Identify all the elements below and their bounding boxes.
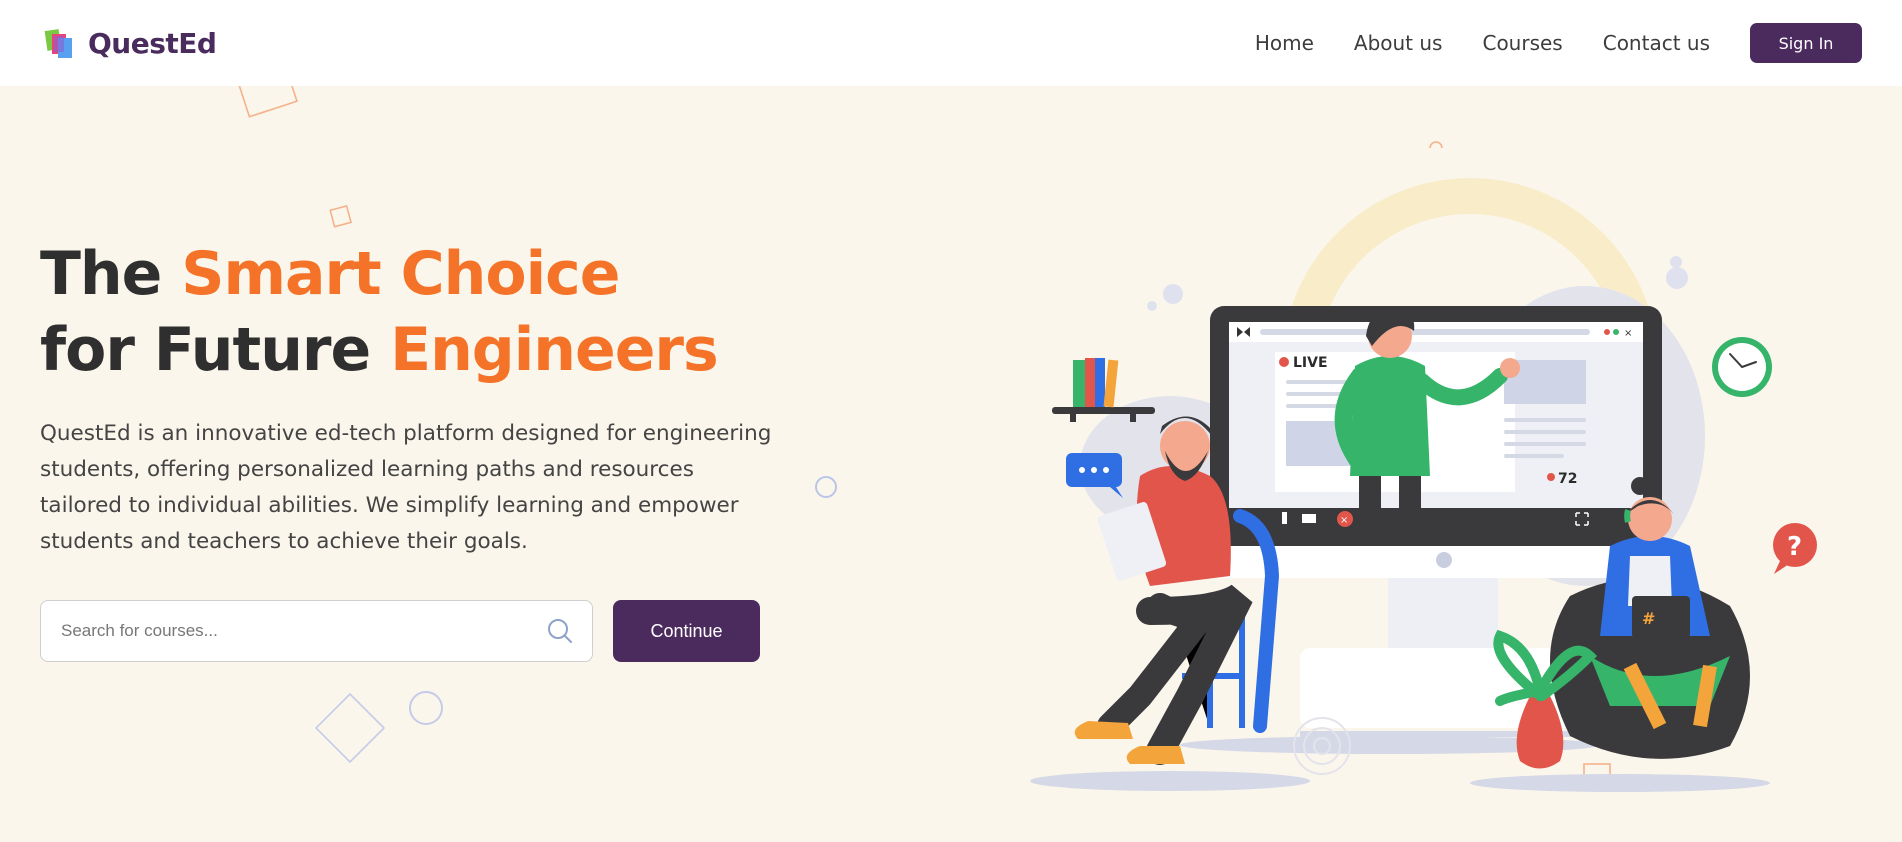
hero-description: QuestEd is an innovative ed-tech platfor… (40, 421, 772, 554)
continue-button[interactable]: Continue (613, 600, 760, 662)
diamond-outline-decoration (314, 692, 386, 764)
nav-links: Home About us Courses Contact us Sign In (1255, 23, 1862, 63)
svg-text:#: # (1642, 609, 1655, 628)
hero-headline: The Smart Choice for Future Engineers (40, 236, 719, 388)
square-outline-decoration (236, 80, 298, 118)
microphone-icon (1282, 512, 1287, 524)
search-icon[interactable] (546, 617, 574, 645)
brand-name: QuestEd (88, 26, 217, 60)
small-square-decoration (329, 204, 353, 228)
svg-text:×: × (1340, 515, 1348, 526)
svg-text:?: ? (1787, 532, 1802, 562)
course-search-input[interactable] (61, 621, 546, 641)
hero-illustration: × LIVE 72 × ? # (1030, 178, 1817, 792)
navbar: QuestEd Home About us Courses Contact us… (0, 0, 1902, 86)
sign-in-button[interactable]: Sign In (1750, 23, 1862, 63)
books-logo-icon (44, 29, 72, 58)
headline-line1-accent: Smart Choice (181, 239, 620, 309)
svg-text:×: × (1624, 328, 1632, 339)
nav-link-about-us[interactable]: About us (1354, 31, 1443, 55)
bookshelf (1052, 358, 1155, 422)
circle-outline-decoration-2 (409, 691, 443, 725)
viewer-icon (1547, 473, 1555, 481)
viewer-count: 72 (1558, 471, 1577, 487)
hero-section: The Smart Choice for Future Engineers Qu… (0, 80, 1902, 842)
course-search-box (40, 600, 593, 662)
question-bubble-icon: ? (1773, 523, 1817, 574)
nav-link-contact-us[interactable]: Contact us (1603, 31, 1710, 55)
nav-link-home[interactable]: Home (1255, 31, 1314, 55)
circle-outline-decoration (815, 476, 837, 498)
headline-line2-accent: Engineers (390, 315, 719, 385)
headline-line1-plain: The (40, 239, 182, 309)
clock-icon (1712, 337, 1772, 397)
brand[interactable]: QuestEd (44, 26, 217, 60)
nav-link-courses[interactable]: Courses (1482, 31, 1562, 55)
video-camera-icon (1302, 514, 1316, 523)
live-label: LIVE (1293, 355, 1328, 371)
headline-line2-plain: for Future (40, 315, 391, 385)
